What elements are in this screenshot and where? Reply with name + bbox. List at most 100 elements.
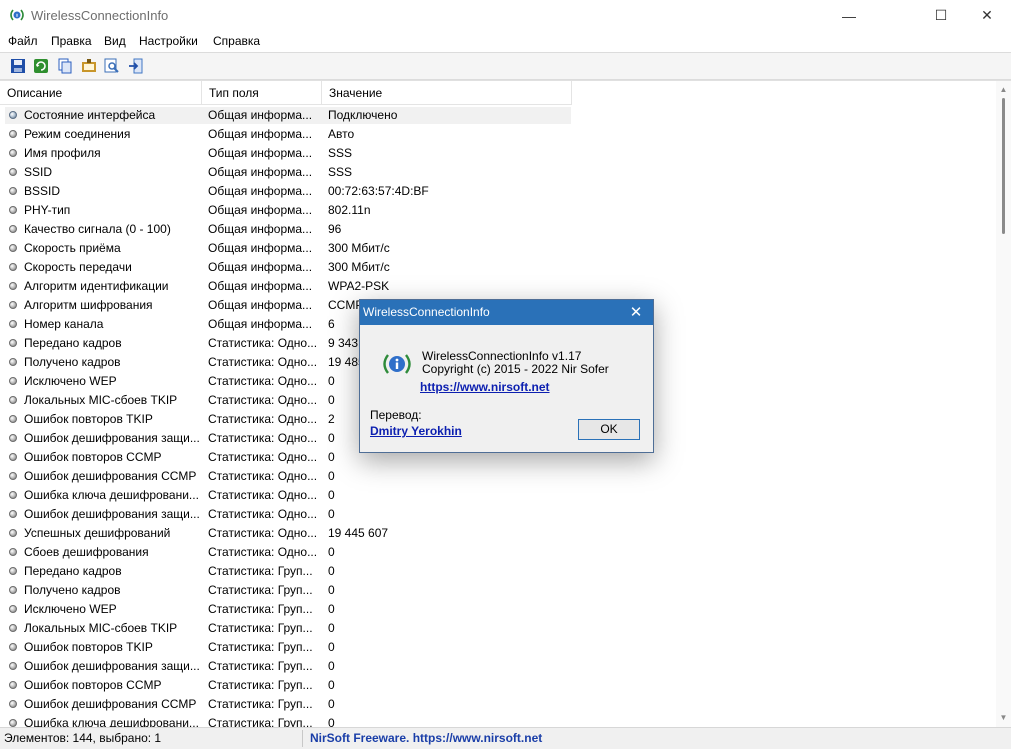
item-bullet-icon [9,149,17,157]
row-description: Качество сигнала (0 - 100) [24,222,171,236]
row-description: Локальных MIC-сбоев TKIP [24,621,178,635]
item-bullet-icon [9,320,17,328]
item-bullet-icon [9,225,17,233]
table-row[interactable]: Скорость передачи Общая информа... 300 Мби… [0,258,996,277]
table-row[interactable]: Алгоритм идентификации Общая информа... WP… [0,277,996,296]
menu-settings[interactable]: Настройки [139,34,198,48]
row-value: 0 [328,488,335,502]
row-value: 0 [328,469,335,483]
item-bullet-icon [9,206,17,214]
table-row[interactable]: Качество сигнала (0 - 100) Общая информа.… [0,220,996,239]
ok-button[interactable]: OK [578,419,640,440]
properties-icon [82,59,96,72]
table-row[interactable]: Передано кадров Статистика: Груп... 0 [0,562,996,581]
scroll-thumb[interactable] [1002,98,1005,234]
minimize-button[interactable]: — [826,0,872,31]
row-field-type: Статистика: Груп... [208,621,313,635]
properties-button[interactable] [79,56,99,76]
row-value: 0 [328,716,335,728]
menu-file[interactable]: Файл [8,34,38,48]
table-row[interactable]: Ошибок дешифрования защи... Статистика: О… [0,505,996,524]
table-row[interactable]: Состояние интерфейса Общая информа... Подк… [0,106,996,125]
item-bullet-icon [9,586,17,594]
menu-edit[interactable]: Правка [51,34,92,48]
item-bullet-icon [9,415,17,423]
table-row[interactable]: Ошибок дешифрования CCMP Статистика: Груп… [0,695,996,714]
row-field-type: Статистика: Одно... [208,412,318,426]
column-header-field-type[interactable]: Тип поля [202,81,322,105]
table-row[interactable]: Сбоев дешифрования Статистика: Одно... 0 [0,543,996,562]
row-field-type: Общая информа... [208,222,313,236]
exit-button[interactable] [126,56,146,76]
about-dialog: WirelessConnectionInfo ✕ WirelessConnect… [359,299,654,453]
refresh-button[interactable] [31,56,51,76]
row-description: Состояние интерфейса [24,108,156,122]
row-description: Имя профиля [24,146,101,160]
maximize-button[interactable]: ☐ [918,0,964,31]
table-row[interactable]: PHY-тип Общая информа... 802.11n [0,201,996,220]
item-bullet-icon [9,491,17,499]
vertical-scrollbar[interactable]: ▲ ▼ [996,81,1011,728]
row-field-type: Общая информа... [208,260,313,274]
table-row[interactable]: Ошибка ключа дешифровани... Статистика: О… [0,486,996,505]
minimize-icon: — [842,7,856,24]
item-bullet-icon [9,643,17,651]
table-row[interactable]: Скорость приёма Общая информа... 300 Мбит/… [0,239,996,258]
menu-view[interactable]: Вид [104,34,126,48]
table-row[interactable]: SSID Общая информа... SSS [0,163,996,182]
item-bullet-icon [9,301,17,309]
column-header-value[interactable]: Значение [322,81,572,105]
table-row[interactable]: Исключено WEP Статистика: Груп... 0 [0,600,996,619]
row-description: Сбоев дешифрования [24,545,149,559]
item-bullet-icon [9,567,17,575]
status-link[interactable]: NirSoft Freeware. https://www.nirsoft.ne… [310,731,542,745]
row-description: Ошибок повторов TKIP [24,412,153,426]
row-value: 0 [328,659,335,673]
row-description: Ошибок дешифрования CCMP [24,697,197,711]
table-row[interactable]: Локальных MIC-сбоев TKIP Статистика: Груп… [0,619,996,638]
column-header-description[interactable]: Описание [0,81,202,105]
scroll-up-icon[interactable]: ▲ [999,85,1008,94]
table-row[interactable]: Ошибок повторов TKIP Статистика: Груп... 0 [0,638,996,657]
row-field-type: Общая информа... [208,203,313,217]
save-button[interactable] [8,56,28,76]
row-description: Ошибка ключа дешифровани... [24,716,199,728]
item-bullet-icon [9,605,17,613]
item-bullet-icon [9,377,17,385]
row-field-type: Общая информа... [208,317,313,331]
row-description: Получено кадров [24,583,121,597]
table-row[interactable]: Успешных дешифрований Статистика: Одно...… [0,524,996,543]
refresh-icon [34,59,48,73]
title-bar: WirelessConnectionInfo — ☐ ✕ [0,0,1011,31]
table-row[interactable]: Ошибок дешифрования защи... Статистика: Г… [0,657,996,676]
copy-button[interactable] [55,56,75,76]
table-row[interactable]: Ошибок повторов CCMP Статистика: Груп... 0 [0,676,996,695]
dialog-website-link[interactable]: https://www.nirsoft.net [420,380,550,394]
close-button[interactable]: ✕ [964,0,1010,31]
row-field-type: Статистика: Одно... [208,488,318,502]
item-bullet-icon [9,130,17,138]
exit-icon [129,58,143,74]
scroll-down-icon[interactable]: ▼ [999,713,1008,722]
table-row[interactable]: Ошибка ключа дешифровани... Статистика: Г… [0,714,996,728]
table-row[interactable]: Режим соединения Общая информа... Авто [0,125,996,144]
table-row[interactable]: Получено кадров Статистика: Груп... 0 [0,581,996,600]
table-row[interactable]: BSSID Общая информа... 00:72:63:57:4D:BF [0,182,996,201]
dialog-close-button[interactable]: ✕ [619,300,653,325]
table-row[interactable]: Имя профиля Общая информа... SSS [0,144,996,163]
row-field-type: Общая информа... [208,241,313,255]
dialog-copyright: Copyright (c) 2015 - 2022 Nir Sofer [422,362,609,376]
maximize-icon: ☐ [934,7,948,23]
dialog-translator-link[interactable]: Dmitry Yerokhin [370,424,462,438]
copy-icon [58,58,72,74]
row-field-type: Статистика: Груп... [208,640,313,654]
row-description: Скорость передачи [24,260,132,274]
toolbar [0,52,1011,80]
find-button[interactable] [102,56,122,76]
row-value: 0 [328,602,335,616]
row-value: 0 [328,640,335,654]
row-field-type: Общая информа... [208,298,313,312]
row-value: 0 [328,507,335,521]
menu-help[interactable]: Справка [213,34,260,48]
table-row[interactable]: Ошибок дешифрования CCMP Статистика: Одно… [0,467,996,486]
